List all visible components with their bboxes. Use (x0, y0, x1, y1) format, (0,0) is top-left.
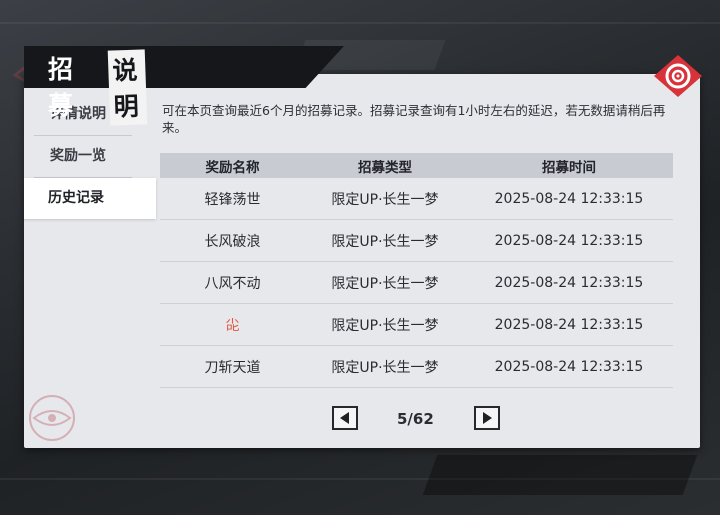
arrow-right-icon (483, 412, 492, 424)
reward-name: 轻锋荡世 (204, 191, 261, 208)
close-target-icon (654, 55, 702, 97)
column-header-reward: 奖励名称 (205, 159, 260, 176)
recruit-time: 2025-08-24 12:33:15 (494, 358, 644, 375)
column-header-type: 招募类型 (358, 159, 412, 176)
title-text-secondary: 说明 (107, 49, 148, 126)
sidebar-item-label: 奖励一览 (50, 148, 106, 164)
table-row: 长风破浪 限定UP·长生一梦 2025-08-24 12:33:15 (160, 220, 673, 262)
close-button[interactable] (652, 53, 704, 99)
history-table: 奖励名称 招募类型 招募时间 轻锋荡世 限定UP·长生一梦 2025-08-24… (160, 153, 673, 388)
arrow-left-icon (340, 412, 349, 424)
table-row: 八风不动 限定UP·长生一梦 2025-08-24 12:33:15 (160, 262, 673, 304)
recruit-type: 限定UP·长生一梦 (331, 317, 439, 334)
table-row: 刀斩天道 限定UP·长生一梦 2025-08-24 12:33:15 (160, 346, 673, 388)
recruit-time: 2025-08-24 12:33:15 (494, 316, 644, 333)
recruit-type: 限定UP·长生一梦 (331, 233, 439, 250)
table-row: 㕾 限定UP·长生一梦 2025-08-24 12:33:15 (160, 304, 673, 346)
title-text-primary: 招募 (48, 55, 76, 120)
corner-eye-emblem-icon (29, 395, 75, 441)
table-row: 轻锋荡世 限定UP·长生一梦 2025-08-24 12:33:15 (160, 178, 673, 220)
page-indicator: 5/62 (397, 410, 434, 428)
table-header: 奖励名称 招募类型 招募时间 (160, 153, 673, 178)
reward-name-highlighted: 㕾 (225, 317, 240, 334)
prev-page-button[interactable] (332, 406, 358, 430)
recruit-time: 2025-08-24 12:33:15 (494, 190, 644, 207)
recruit-time: 2025-08-24 12:33:15 (494, 274, 644, 291)
recruit-type: 限定UP·长生一梦 (331, 275, 439, 292)
column-header-time: 招募时间 (542, 159, 596, 176)
dialog-panel: 详情说明 奖励一览 历史记录 可在本页查询最近6个月的招募记录。招募记录查询有1… (24, 74, 700, 448)
sidebar-item-history[interactable]: 历史记录 (24, 178, 156, 219)
recruit-type: 限定UP·长生一梦 (331, 191, 439, 208)
description-text: 可在本页查询最近6个月的招募记录。招募记录查询有1小时左右的延迟，若无数据请稍后… (162, 103, 666, 135)
reward-name: 长风破浪 (204, 233, 261, 250)
reward-name: 八风不动 (204, 275, 261, 292)
recruit-type: 限定UP·长生一梦 (331, 359, 439, 376)
sidebar-item-label: 历史记录 (48, 190, 104, 206)
next-page-button[interactable] (474, 406, 500, 430)
recruit-time: 2025-08-24 12:33:15 (494, 232, 644, 249)
reward-name: 刀斩天道 (204, 359, 261, 376)
sidebar-item-rewards[interactable]: 奖励一览 (24, 136, 142, 177)
